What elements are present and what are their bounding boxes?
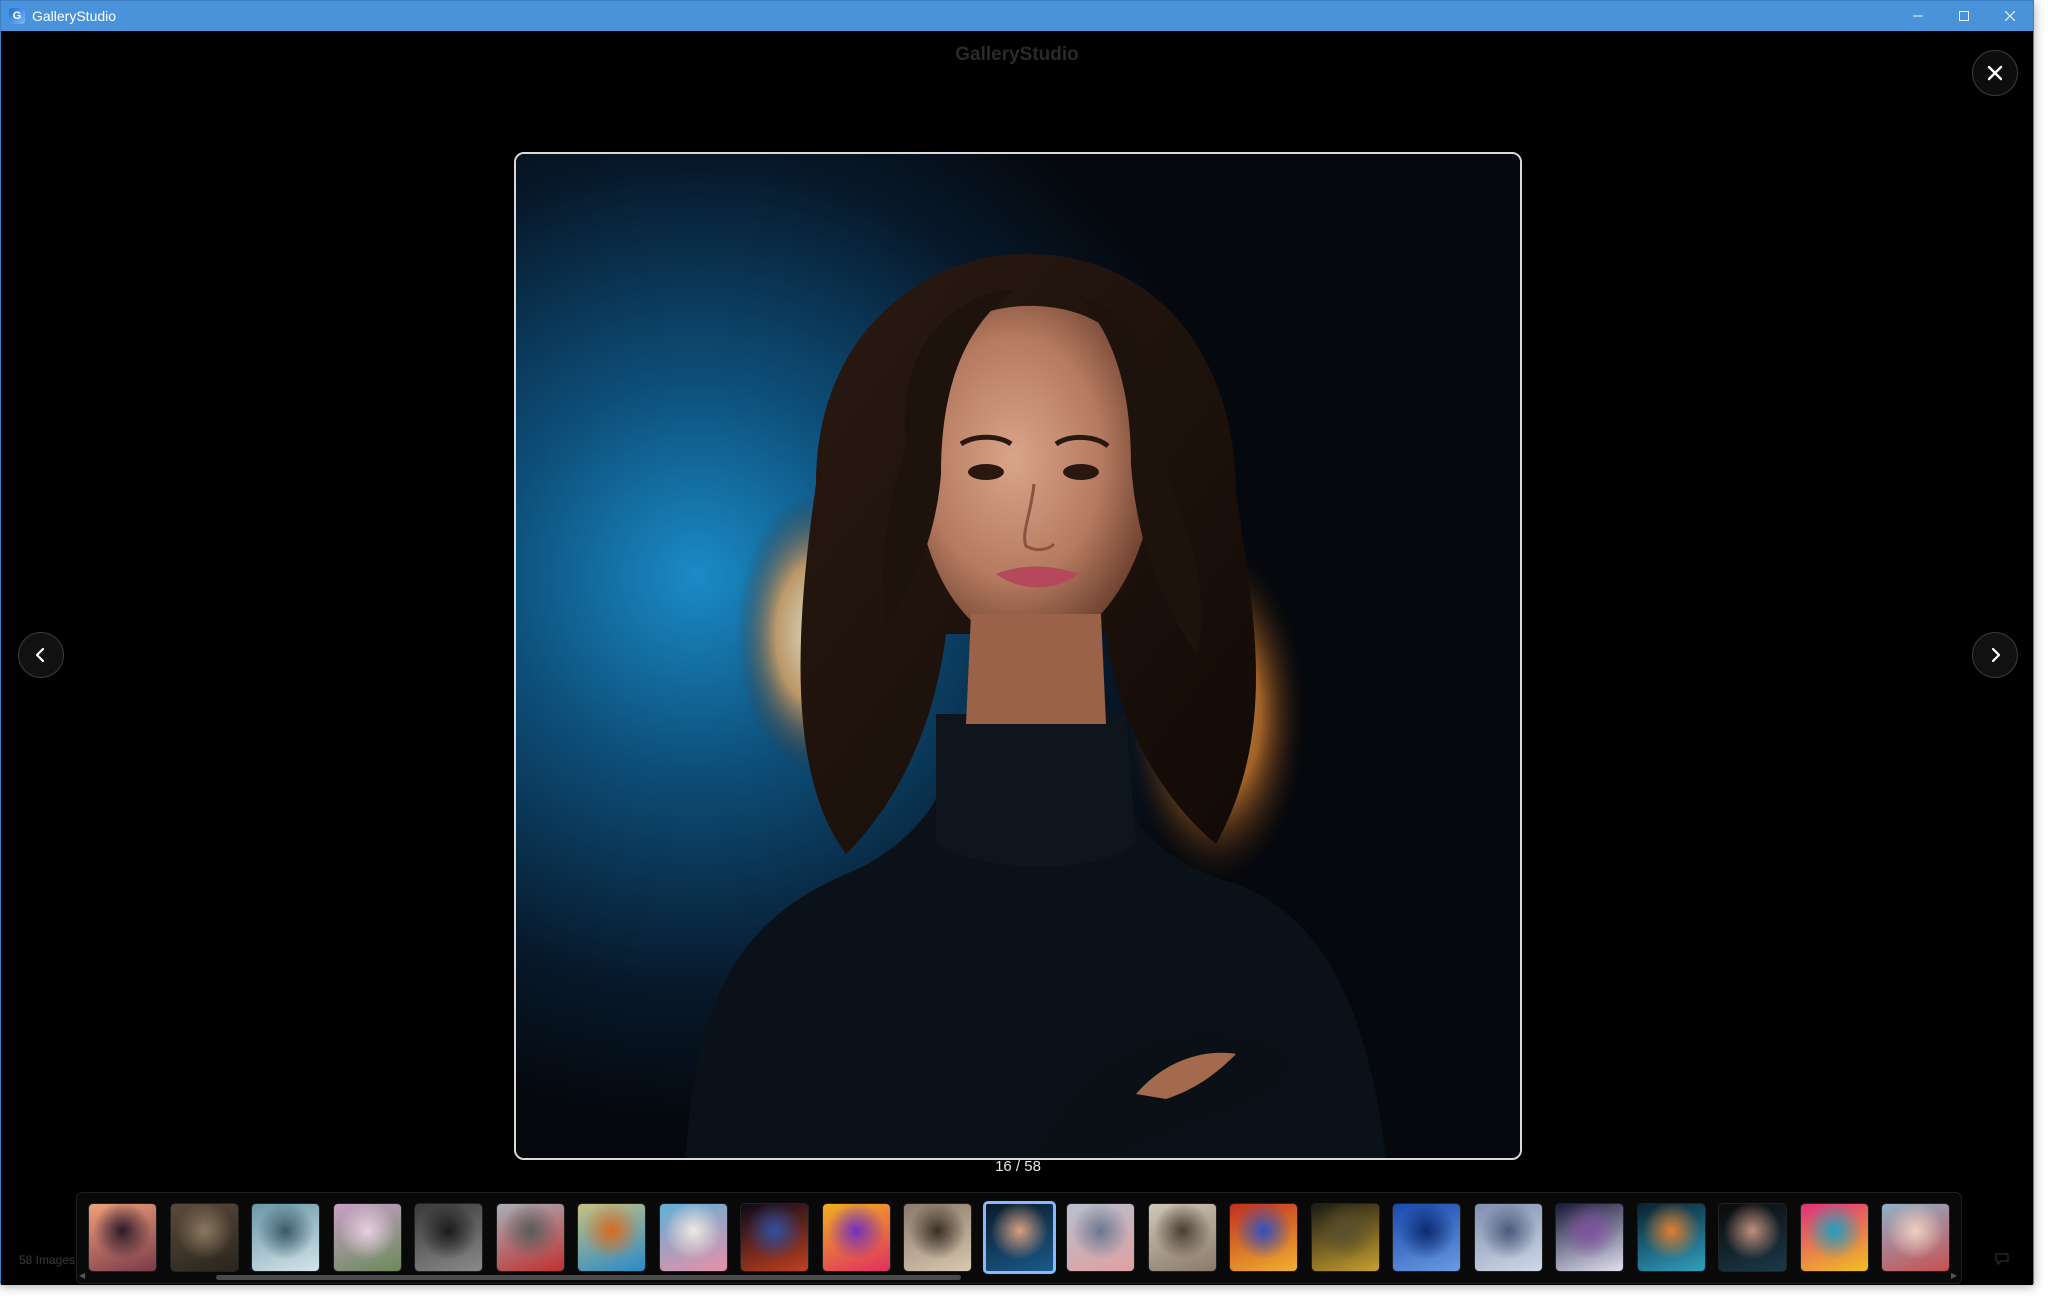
- viewer-title: GalleryStudio: [955, 44, 1079, 65]
- thumb-city-night[interactable]: [740, 1203, 809, 1272]
- filmstrip-scrollbar[interactable]: ◀ ▶: [79, 1271, 1957, 1280]
- thumb-lanterns[interactable]: [1229, 1203, 1298, 1272]
- chevron-right-icon: [1991, 647, 2001, 663]
- chevron-left-icon: [35, 647, 45, 663]
- lightbox-viewer: GalleryStudio 16 / 58 ◀ ▶ 58 Images: [1, 31, 2033, 1285]
- minimize-button[interactable]: [1895, 1, 1941, 31]
- minimize-icon: [1913, 15, 1923, 17]
- thumb-elderly-man[interactable]: [1147, 1203, 1217, 1272]
- image-counter: 16 / 58: [995, 1158, 1041, 1175]
- thumb-kingfisher[interactable]: [577, 1203, 646, 1272]
- close-viewer-button[interactable]: [1972, 50, 2018, 96]
- title-bar[interactable]: G GalleryStudio: [1, 1, 2033, 31]
- window-title: GalleryStudio: [32, 8, 117, 24]
- next-image-button[interactable]: [1972, 632, 2018, 678]
- thumb-marathon-runners[interactable]: [495, 1203, 565, 1272]
- thumb-hot-air-balloons[interactable]: [1066, 1203, 1135, 1272]
- main-image: [514, 152, 1522, 1160]
- app-window: G GalleryStudio GalleryStudio 16 / 58 ◀ …: [0, 0, 2034, 1285]
- portrait-photo: [516, 154, 1520, 1158]
- image-count-label: 58 Images: [19, 1253, 76, 1267]
- thumb-pop-art-portrait[interactable]: [821, 1203, 891, 1272]
- window-close-button[interactable]: [1987, 1, 2033, 31]
- chat-bubble-icon[interactable]: [1995, 1253, 2009, 1265]
- close-icon: [1987, 65, 2003, 81]
- thumb-portrait-woman[interactable]: [982, 1201, 1056, 1274]
- thumb-glass-skyscraper[interactable]: [1392, 1203, 1461, 1272]
- scroll-right-icon[interactable]: ▶: [1951, 1271, 1959, 1280]
- thumb-gothic-arches[interactable]: [903, 1203, 972, 1272]
- thumb-mountain-sunset[interactable]: [88, 1203, 157, 1272]
- thumb-pink-lake[interactable]: [658, 1203, 728, 1272]
- thumb-rainy-street[interactable]: [1636, 1203, 1706, 1272]
- thumb-portrait-dark[interactable]: [1718, 1203, 1787, 1272]
- thumb-light-trails[interactable]: [1555, 1203, 1624, 1272]
- filmstrip-scrollbar-thumb[interactable]: [216, 1275, 961, 1280]
- previous-image-button[interactable]: [18, 632, 64, 678]
- thumbnail-filmstrip[interactable]: ◀ ▶: [76, 1192, 1962, 1284]
- thumb-vintage-car[interactable]: [414, 1203, 483, 1272]
- thumb-friends-graffiti[interactable]: [1881, 1203, 1950, 1272]
- app-icon-letter: G: [12, 10, 22, 22]
- window-close-icon: [2005, 11, 2015, 21]
- maximize-icon: [1959, 11, 1969, 21]
- scroll-left-icon[interactable]: ◀: [79, 1271, 87, 1280]
- window-controls: [1895, 1, 2033, 31]
- thumb-cherry-blossom[interactable]: [332, 1203, 402, 1272]
- thumb-minimal-building[interactable]: [1473, 1203, 1543, 1272]
- maximize-button[interactable]: [1941, 1, 1987, 31]
- thumb-colorful-fashion[interactable]: [1799, 1203, 1869, 1272]
- thumb-snowy-forest[interactable]: [251, 1203, 320, 1272]
- app-logo-icon: G: [9, 8, 25, 24]
- thumb-surfer-wave[interactable]: [1310, 1203, 1380, 1272]
- thumb-cathedral-interior[interactable]: [169, 1203, 239, 1272]
